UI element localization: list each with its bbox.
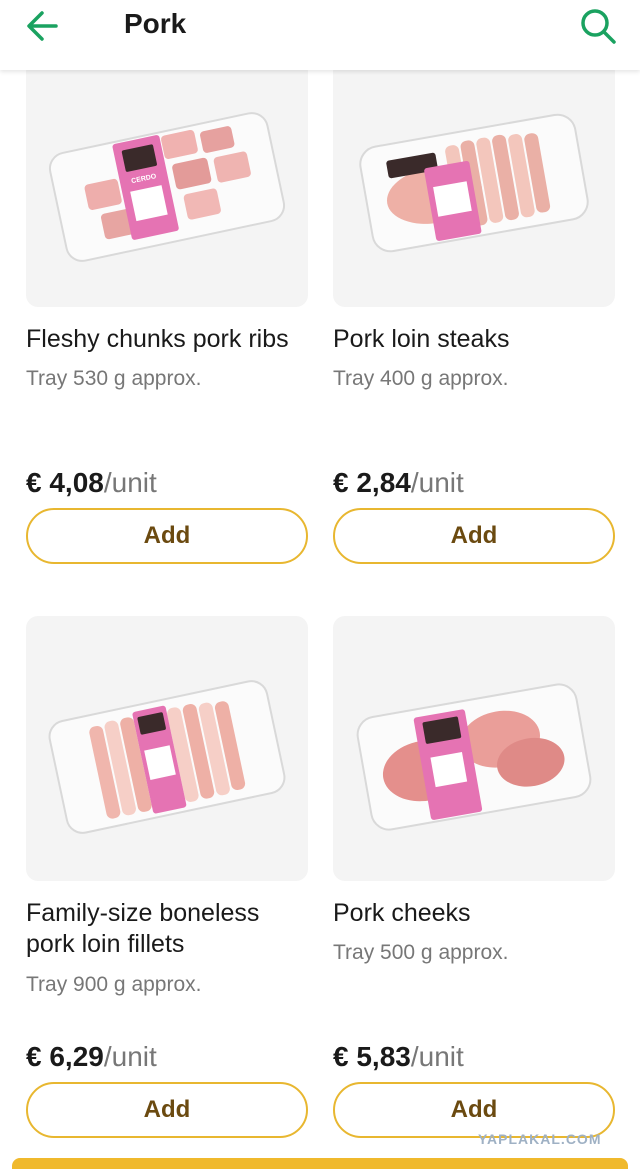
pork-tray-image: CERDO [48,112,286,262]
pork-tray-image [48,680,286,834]
product-name[interactable]: Family-size boneless pork loin fillets [26,898,308,960]
price-amount: € 6,29 [26,1041,104,1072]
product-image[interactable] [333,616,615,881]
product-name[interactable]: Pork cheeks [333,898,615,929]
price-unit: /unit [103,1041,157,1072]
price-unit: /unit [410,1041,464,1072]
pork-tray-image [356,683,592,831]
price-amount: € 4,08 [26,467,104,498]
price-unit: /unit [410,467,464,498]
search-icon[interactable] [576,4,620,48]
watermark: YAPLAKAL.COM [478,1131,602,1147]
product-price: € 2,84/unit [333,466,464,500]
product-grid: CERDO Fleshy chunks pork ribs Tray 530 g… [0,70,640,1169]
product-weight: Tray 900 g approx. [26,973,202,996]
add-button[interactable]: Add [26,1082,308,1138]
pork-tray-image [359,113,589,253]
arrow-left-icon[interactable] [22,6,62,46]
price-amount: € 2,84 [333,467,411,498]
product-weight: Tray 400 g approx. [333,367,509,390]
product-price: € 4,08/unit [26,466,157,500]
price-amount: € 5,83 [333,1041,411,1072]
bottom-action-bar[interactable] [12,1158,628,1169]
product-image[interactable] [333,70,615,307]
product-weight: Tray 500 g approx. [333,941,509,964]
page-title: Pork [124,8,187,39]
add-button[interactable]: Add [333,1082,615,1138]
price-unit: /unit [103,467,157,498]
app-header: Pork [0,0,640,70]
product-weight: Tray 530 g approx. [26,367,202,390]
product-price: € 5,83/unit [333,1040,464,1074]
product-price: € 6,29/unit [26,1040,157,1074]
product-image[interactable]: CERDO [26,70,308,307]
product-name[interactable]: Pork loin steaks [333,324,615,355]
add-button[interactable]: Add [333,508,615,564]
product-name[interactable]: Fleshy chunks pork ribs [26,324,308,355]
add-button[interactable]: Add [26,508,308,564]
product-image[interactable] [26,616,308,881]
